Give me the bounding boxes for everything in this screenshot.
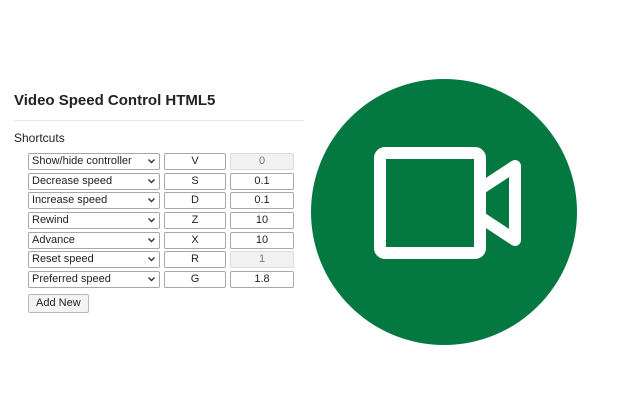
chevron-down-icon (148, 198, 155, 203)
shortcut-value-input[interactable]: 0.1 (230, 192, 294, 210)
chevron-down-icon (148, 178, 155, 184)
shortcut-row: Advance X 10 (28, 230, 304, 250)
shortcut-value-input: 1 (230, 251, 294, 269)
shortcut-row: Rewind Z 10 (28, 211, 304, 231)
shortcut-action-label: Advance (32, 233, 75, 246)
chevron-down-icon (148, 257, 155, 262)
chevron-down-icon (148, 159, 155, 164)
shortcut-key-input[interactable]: G (164, 270, 226, 288)
shortcut-action-label: Decrease speed (32, 174, 113, 187)
shortcut-value-input[interactable]: 10 (230, 212, 294, 230)
page-title: Video Speed Control HTML5 (14, 90, 304, 121)
shortcut-action-label: Preferred speed (32, 272, 111, 285)
shortcuts-heading: Shortcuts (14, 131, 65, 145)
shortcut-action-label: Rewind (32, 214, 69, 227)
settings-panel: Video Speed Control HTML5 Shortcuts Show… (14, 90, 304, 314)
logo-circle (311, 79, 577, 345)
shortcut-action-select[interactable]: Reset speed (28, 251, 160, 269)
video-camera-icon (311, 79, 577, 345)
shortcut-key-input[interactable]: X (164, 231, 226, 249)
shortcut-action-select[interactable]: Rewind (28, 212, 160, 230)
shortcut-value-input[interactable]: 10 (230, 231, 294, 249)
shortcut-action-label: Reset speed (32, 253, 94, 266)
add-new-button[interactable]: Add New (28, 294, 89, 314)
shortcut-action-select[interactable]: Preferred speed (28, 270, 160, 288)
shortcut-row: Show/hide controller V 0 (28, 152, 304, 172)
shortcut-value-input[interactable]: 0.1 (230, 172, 294, 190)
chevron-down-icon (148, 218, 155, 223)
shortcut-action-label: Increase speed (32, 194, 108, 207)
shortcut-key-input[interactable]: D (164, 192, 226, 210)
shortcut-value-input[interactable]: 1.8 (230, 270, 294, 288)
shortcut-action-select[interactable]: Decrease speed (28, 172, 160, 190)
shortcut-action-select[interactable]: Increase speed (28, 192, 160, 210)
shortcut-action-select[interactable]: Show/hide controller (28, 153, 160, 171)
shortcut-key-input[interactable]: V (164, 153, 226, 171)
shortcut-action-label: Show/hide controller (32, 155, 132, 168)
shortcut-row: Preferred speed G 1.8 (28, 270, 304, 290)
shortcut-key-input[interactable]: R (164, 251, 226, 269)
shortcut-key-input[interactable]: Z (164, 212, 226, 230)
chevron-down-icon (148, 276, 155, 282)
shortcut-action-select[interactable]: Advance (28, 231, 160, 249)
options-page: Video Speed Control HTML5 Shortcuts Show… (0, 0, 640, 400)
shortcut-row: Reset speed R 1 (28, 250, 304, 270)
shortcut-value-input: 0 (230, 153, 294, 171)
shortcut-key-input[interactable]: S (164, 172, 226, 190)
chevron-down-icon (148, 237, 155, 243)
shortcuts-list: Show/hide controller V 0 Decrease speed … (14, 152, 304, 289)
shortcut-row: Increase speed D 0.1 (28, 191, 304, 211)
shortcut-row: Decrease speed S 0.1 (28, 172, 304, 192)
